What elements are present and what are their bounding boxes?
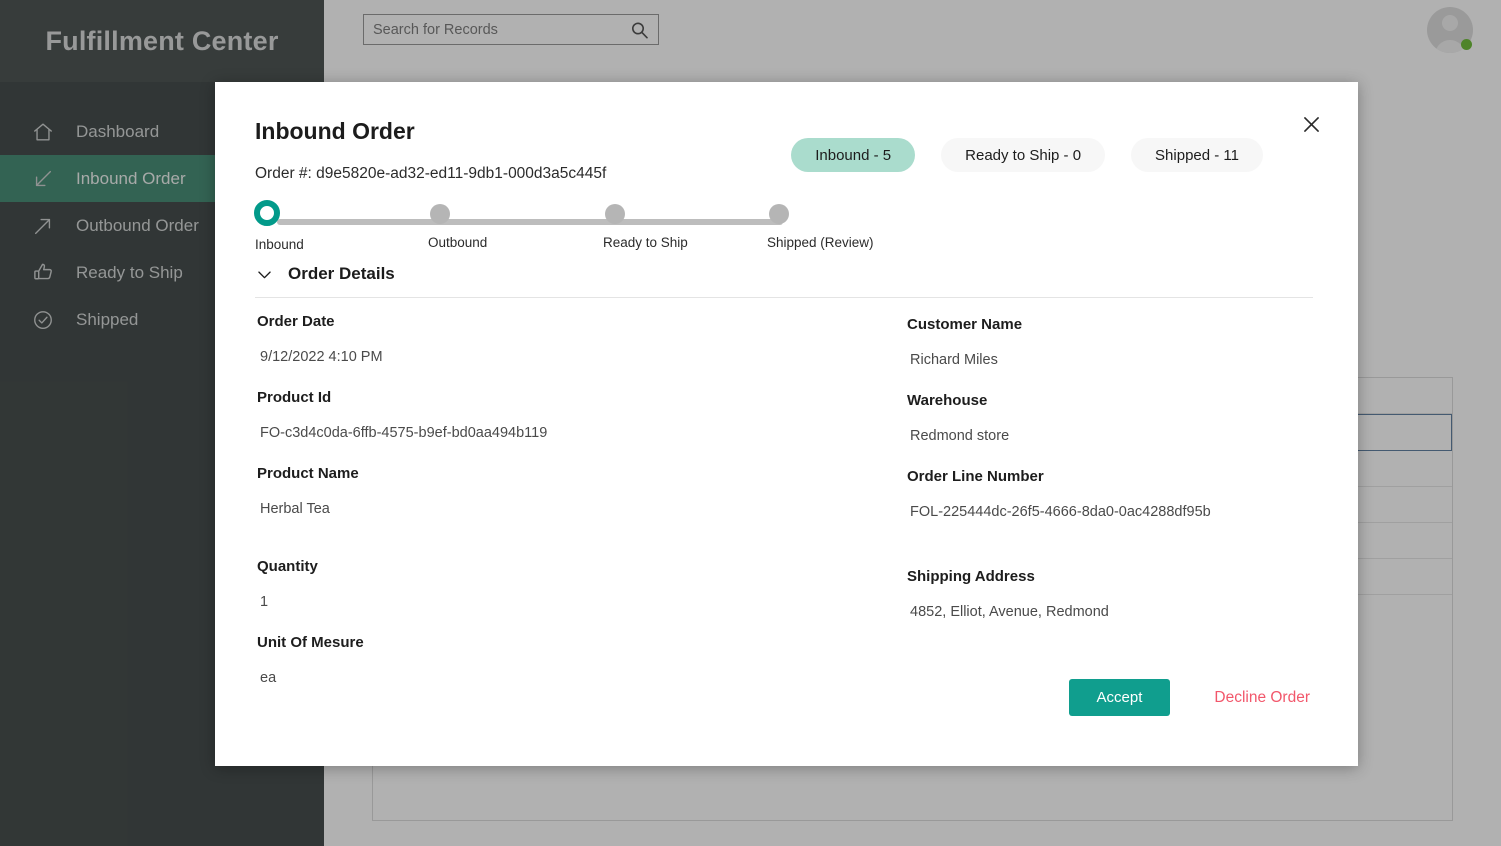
order-details-title: Order Details bbox=[288, 264, 395, 283]
modal-actions: Accept Decline Order bbox=[1068, 679, 1310, 716]
field-unit-of-mesure: Unit Of Mesure ea bbox=[257, 625, 877, 695]
close-icon[interactable] bbox=[1298, 111, 1324, 137]
stepper-step-ready-to-ship[interactable]: Ready to Ship bbox=[603, 204, 688, 250]
stepper-label: Outbound bbox=[428, 235, 488, 250]
field-label: Warehouse bbox=[907, 392, 988, 409]
modal-title: Inbound Order bbox=[255, 118, 415, 144]
stepper-dot bbox=[605, 204, 625, 224]
field-label: Quantity bbox=[257, 558, 318, 575]
decline-order-button[interactable]: Decline Order bbox=[1214, 689, 1310, 707]
field-value: 1 bbox=[260, 594, 269, 610]
field-value: 4852, Elliot, Avenue, Redmond bbox=[910, 604, 1109, 620]
field-product-id: Product Id FO-c3d4c0da-6ffb-4575-b9ef-bd… bbox=[257, 380, 877, 450]
field-label: Unit Of Mesure bbox=[257, 634, 364, 651]
stepper-label: Ready to Ship bbox=[603, 235, 688, 250]
chevron-down-icon bbox=[255, 265, 274, 284]
status-pill-shipped[interactable]: Shipped - 11 bbox=[1131, 138, 1263, 172]
accept-button[interactable]: Accept bbox=[1068, 679, 1171, 716]
section-divider bbox=[255, 297, 1313, 298]
stepper-dot bbox=[430, 204, 450, 224]
details-column-right: Customer Name Richard Miles Warehouse Re… bbox=[907, 307, 1327, 635]
field-value: ea bbox=[260, 670, 277, 686]
status-pill-group: Inbound - 5 Ready to Ship - 0 Shipped - … bbox=[791, 138, 1263, 172]
stepper-step-outbound[interactable]: Outbound bbox=[428, 204, 487, 250]
app-root: Fulfillment Center Dashboard bbox=[0, 0, 1501, 846]
stepper-track bbox=[277, 219, 783, 225]
inbound-order-modal: Inbound Order Order #: d9e5820e-ad32-ed1… bbox=[215, 82, 1358, 766]
order-number: Order #: d9e5820e-ad32-ed11-9db1-000d3a5… bbox=[255, 165, 607, 182]
field-value: Redmond store bbox=[910, 428, 1010, 444]
field-order-date: Order Date 9/12/2022 4:10 PM bbox=[257, 304, 877, 374]
field-warehouse: Warehouse Redmond store bbox=[907, 383, 1327, 453]
field-value: FO-c3d4c0da-6ffb-4575-b9ef-bd0aa494b119 bbox=[260, 425, 548, 441]
stepper-dot-current bbox=[254, 200, 280, 226]
stepper-step-inbound[interactable]: Inbound bbox=[254, 200, 304, 252]
details-column-left: Order Date 9/12/2022 4:10 PM Product Id … bbox=[257, 304, 877, 701]
stepper-label: Inbound bbox=[255, 237, 304, 252]
field-customer-name: Customer Name Richard Miles bbox=[907, 307, 1327, 377]
field-label: Shipping Address bbox=[907, 568, 1035, 585]
field-label: Order Date bbox=[257, 313, 335, 330]
stepper-step-shipped[interactable]: Shipped (Review) bbox=[767, 204, 874, 250]
field-label: Order Line Number bbox=[907, 468, 1044, 485]
order-details-toggle[interactable]: Order Details bbox=[255, 264, 395, 284]
field-order-line-number: Order Line Number FOL-225444dc-26f5-4666… bbox=[907, 459, 1327, 529]
stepper-dot bbox=[769, 204, 789, 224]
status-pill-ready-to-ship[interactable]: Ready to Ship - 0 bbox=[941, 138, 1106, 172]
status-pill-inbound[interactable]: Inbound - 5 bbox=[791, 138, 916, 172]
field-quantity: Quantity 1 bbox=[257, 549, 877, 619]
field-value: Herbal Tea bbox=[260, 501, 330, 517]
field-label: Product Name bbox=[257, 465, 359, 482]
order-progress-stepper: Inbound Outbound Ready to Ship Shipped (… bbox=[254, 200, 874, 266]
field-shipping-address: Shipping Address 4852, Elliot, Avenue, R… bbox=[907, 559, 1327, 629]
field-value: 9/12/2022 4:10 PM bbox=[260, 349, 383, 365]
field-value: Richard Miles bbox=[910, 352, 998, 368]
field-value: FOL-225444dc-26f5-4666-8da0-0ac4288df95b bbox=[910, 504, 1211, 520]
field-product-name: Product Name Herbal Tea bbox=[257, 456, 877, 526]
stepper-label: Shipped (Review) bbox=[767, 235, 874, 250]
field-label: Customer Name bbox=[907, 316, 1023, 333]
field-label: Product Id bbox=[257, 389, 332, 406]
